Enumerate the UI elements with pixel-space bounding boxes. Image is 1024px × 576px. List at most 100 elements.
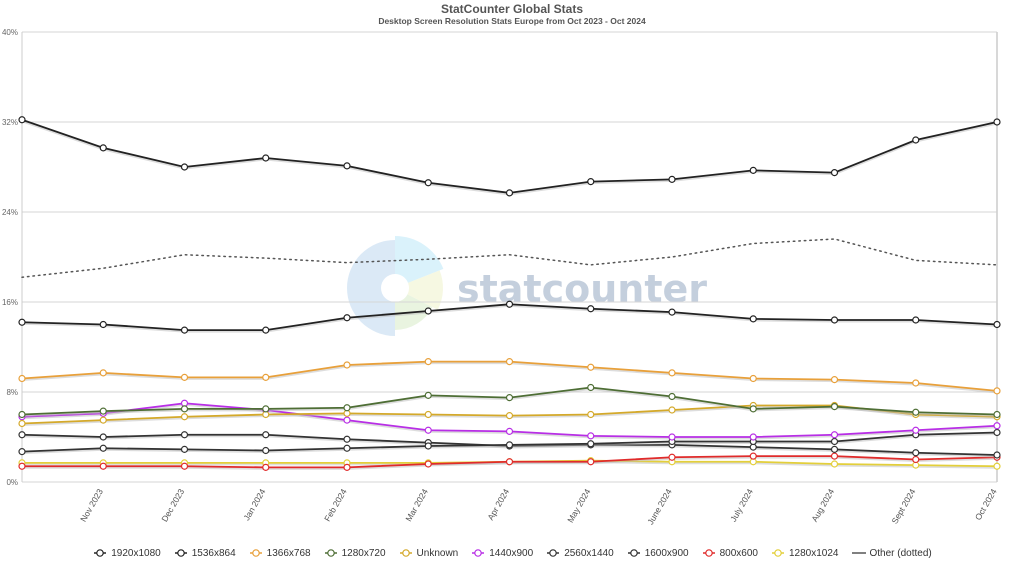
- data-point: [505, 458, 514, 466]
- data-point: [99, 144, 107, 152]
- data-point: [180, 413, 189, 421]
- data-point: [587, 383, 595, 392]
- legend-item[interactable]: 1366x768: [248, 548, 311, 559]
- data-point: [424, 391, 432, 399]
- data-point: [505, 300, 514, 308]
- series-800x600: [18, 452, 1001, 471]
- chart-legend: 1920x1080 1536x864 1366x768 1280x720 Unknown…: [0, 545, 1024, 561]
- data-point: [749, 452, 757, 460]
- data-point: [993, 118, 1001, 126]
- data-point: [587, 432, 595, 440]
- data-point: [830, 376, 839, 384]
- legend-label: 2560x1440: [564, 547, 614, 559]
- data-point: [18, 448, 26, 456]
- data-point: [99, 407, 107, 415]
- data-point: [505, 189, 514, 197]
- data-point: [668, 433, 676, 441]
- data-point: [830, 437, 839, 446]
- x-tick-label: Apr 2024: [485, 487, 511, 522]
- y-tick-label: 16%: [2, 298, 18, 307]
- data-point: [180, 326, 189, 334]
- statcounter-watermark: statcounter: [347, 236, 707, 336]
- data-point: [668, 308, 676, 316]
- y-tick-label: 24%: [2, 208, 18, 217]
- data-point: [18, 462, 26, 470]
- data-point: [912, 408, 920, 416]
- data-point: [18, 318, 26, 326]
- x-tick-label: Mar 2024: [403, 487, 430, 523]
- data-point: [912, 426, 920, 434]
- series-1920x1080: [18, 116, 1001, 197]
- data-point: [668, 453, 676, 461]
- legend-item[interactable]: 1600x900: [626, 548, 689, 559]
- data-point: [668, 369, 676, 377]
- x-tick-label: Jan 2024: [241, 487, 267, 523]
- circle-marker-icon: [174, 549, 187, 557]
- data-point: [262, 431, 270, 439]
- circle-marker-icon: [94, 549, 107, 557]
- series-shadow: [21, 387, 998, 417]
- legend-item[interactable]: Unknown: [398, 548, 458, 559]
- data-point: [99, 320, 107, 329]
- x-tick-label: July 2024: [728, 487, 755, 524]
- data-point: [180, 163, 189, 171]
- watermark-segment: [347, 240, 395, 336]
- data-point: [912, 316, 920, 324]
- circle-marker-icon: [324, 549, 337, 557]
- data-point: [99, 369, 107, 377]
- data-point: [749, 405, 757, 413]
- data-point: [505, 394, 514, 402]
- y-tick-label: 8%: [6, 388, 18, 397]
- circle-marker-icon: [627, 549, 640, 557]
- watermark-text: statcounter: [457, 267, 707, 311]
- data-point: [343, 361, 351, 369]
- data-point: [343, 435, 351, 443]
- data-point: [99, 444, 107, 452]
- data-point: [424, 358, 432, 366]
- data-point: [424, 442, 432, 450]
- data-point: [343, 444, 351, 452]
- series-shadow: [21, 120, 998, 196]
- legend-item[interactable]: 1440x900: [470, 548, 533, 559]
- data-point: [993, 428, 1001, 437]
- data-point: [99, 433, 107, 441]
- series-1440x900: [18, 399, 1001, 441]
- legend-item[interactable]: 1280x720: [323, 548, 386, 559]
- data-point: [912, 449, 920, 457]
- x-tick-label: Sept 2024: [889, 487, 917, 526]
- data-point: [912, 379, 920, 387]
- data-point: [749, 166, 757, 174]
- legend-item[interactable]: 800x600: [701, 548, 758, 559]
- data-point: [180, 373, 189, 381]
- series-1366x768: [18, 358, 1001, 395]
- y-tick-label: 40%: [2, 28, 18, 37]
- legend-label: 800x600: [719, 547, 758, 559]
- line-chart: statcounter 0% 8% 16% 24% 32% 40% Nov 2023 Dec…: [2, 28, 1001, 526]
- y-axis: 0% 8% 16% 24% 32% 40%: [2, 28, 18, 487]
- data-point: [343, 162, 351, 170]
- legend-item[interactable]: 1920x1080: [92, 548, 161, 559]
- legend-item[interactable]: Other (dotted): [851, 548, 932, 559]
- legend-item[interactable]: 1280x1024: [770, 548, 839, 559]
- data-point: [587, 178, 595, 186]
- data-point: [912, 455, 920, 464]
- legend-item[interactable]: 2560x1440: [545, 548, 614, 559]
- data-point: [912, 136, 920, 144]
- data-point: [262, 446, 270, 455]
- data-point: [505, 412, 514, 420]
- data-point: [424, 460, 432, 468]
- legend-label: 1536x864: [191, 547, 236, 559]
- circle-marker-icon: [772, 549, 784, 557]
- data-point: [99, 416, 107, 424]
- x-tick-label: Dec 2023: [159, 487, 186, 524]
- data-point: [587, 458, 595, 466]
- data-point: [18, 431, 26, 439]
- data-point: [587, 410, 595, 419]
- data-point: [587, 305, 595, 313]
- series-1536x864: [18, 300, 1001, 334]
- data-point: [505, 441, 514, 449]
- data-point: [505, 427, 514, 435]
- data-point: [262, 326, 270, 334]
- legend-item[interactable]: 1536x864: [173, 548, 236, 559]
- data-point: [262, 373, 270, 381]
